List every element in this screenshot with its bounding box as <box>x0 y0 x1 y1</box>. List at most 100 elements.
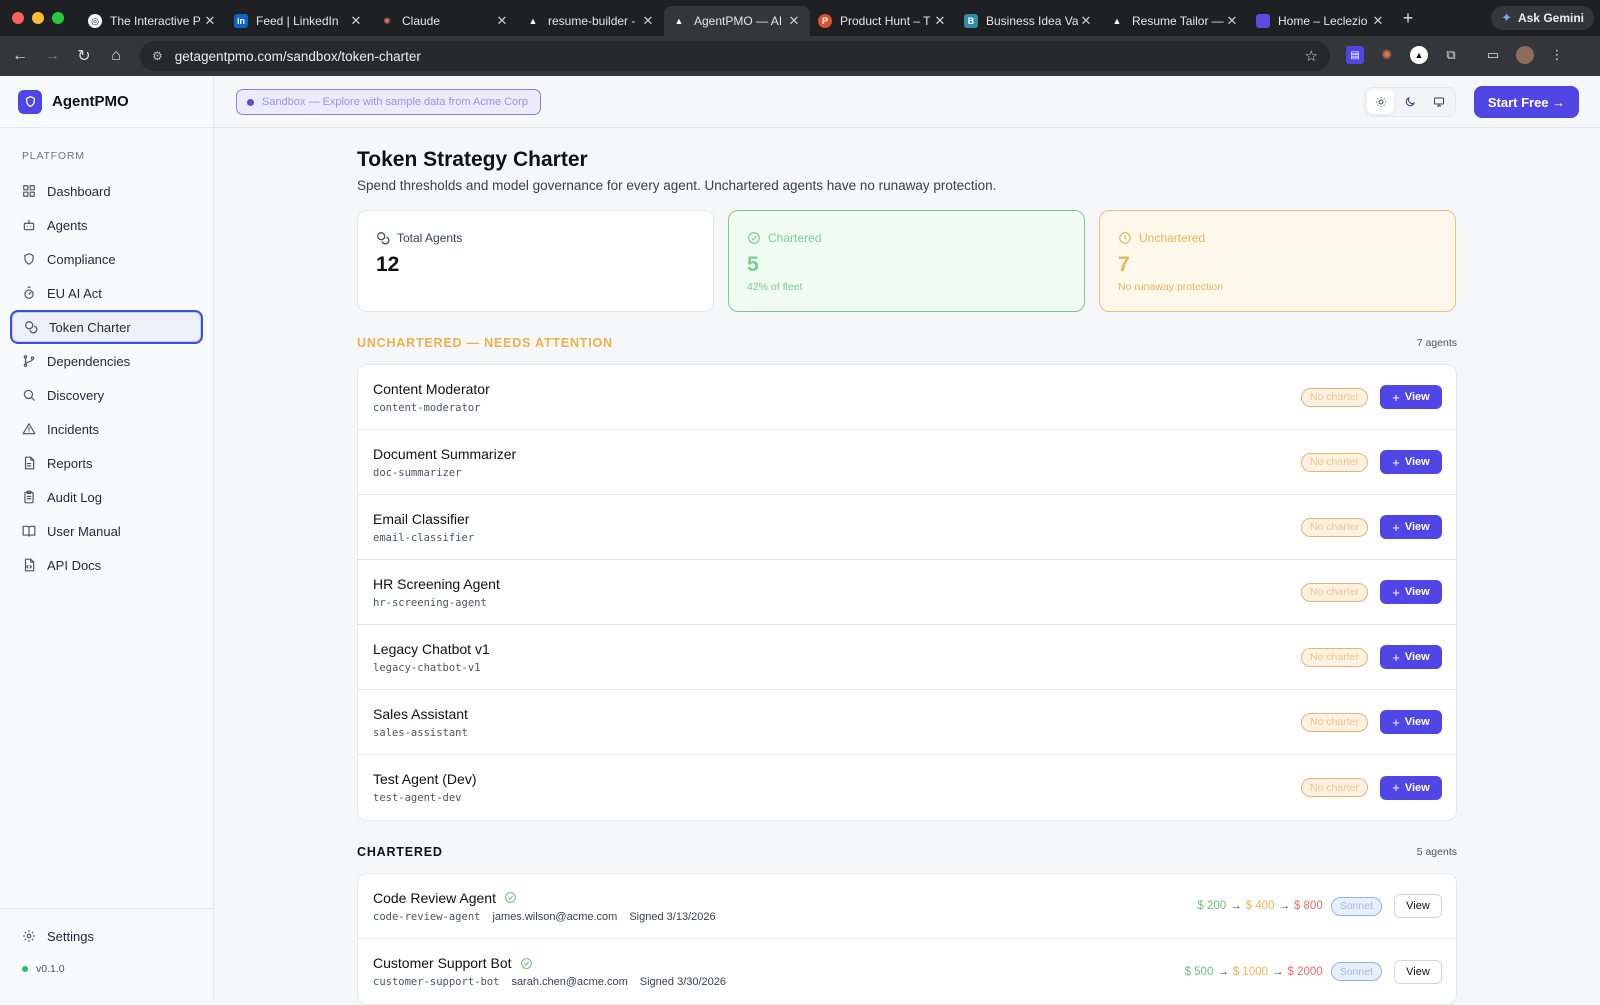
browser-tab[interactable]: Home – Leclezio ✕ <box>1248 6 1394 36</box>
browser-toolbar: ← → ↻ ⌂ ⚙ getagentpmo.com/sandbox/token-… <box>0 36 1600 76</box>
sidebar-item-eu-ai-act[interactable]: EU AI Act <box>10 276 203 310</box>
tab-search-icon[interactable]: ▭ <box>1484 46 1502 64</box>
new-tab-button[interactable]: + <box>1394 8 1422 29</box>
agent-info: Email Classifier email-classifier <box>373 511 1301 544</box>
coins-icon <box>24 320 38 334</box>
page-subtitle: Spend thresholds and model governance fo… <box>357 178 997 193</box>
agent-info: Code Review Agent code-review-agent james.… <box>373 890 1197 923</box>
sidebar-item-api-docs[interactable]: API Docs <box>10 548 203 582</box>
address-bar[interactable]: ⚙ getagentpmo.com/sandbox/token-charter … <box>140 41 1330 71</box>
section-heading: CHARTERED <box>357 845 443 859</box>
unchartered-agent-list: Content Moderator content-moderator No cha… <box>357 364 1457 821</box>
view-agent-button[interactable]: + View <box>1380 450 1442 474</box>
agent-name: Code Review Agent <box>373 889 496 906</box>
b-square-icon: B <box>964 14 978 28</box>
threshold-alert: $ 1000 <box>1232 965 1269 978</box>
start-free-button[interactable]: Start Free → <box>1474 86 1579 118</box>
close-window-button[interactable] <box>12 12 24 24</box>
sidebar-item-compliance[interactable]: Compliance <box>10 242 203 276</box>
threshold-warn: $ 500 <box>1184 965 1214 978</box>
sidebar-item-settings[interactable]: Settings <box>10 919 204 953</box>
circle-logo-icon: ◎ <box>88 14 102 28</box>
sun-icon[interactable] <box>1367 90 1395 114</box>
close-tab-icon[interactable]: ✕ <box>1078 13 1094 29</box>
sidebar-item-agents[interactable]: Agents <box>10 208 203 242</box>
plus-icon: + <box>1392 454 1400 470</box>
sidebar-item-audit-log[interactable]: Audit Log <box>10 480 203 514</box>
plus-icon: + <box>1392 714 1400 730</box>
view-agent-button[interactable]: + View <box>1380 645 1442 669</box>
browser-tab[interactable]: B Business Idea Va ✕ <box>956 6 1102 36</box>
sandbox-banner: Sandbox — Explore with sample data from … <box>236 89 541 115</box>
sidebar: AgentPMO PLATFORM Dashboard Agents Complia… <box>0 76 214 1000</box>
version-label: v0.1.0 <box>36 963 65 975</box>
browser-tab[interactable]: ▲ Resume Tailor — ✕ <box>1102 6 1248 36</box>
timer-icon <box>22 286 36 300</box>
browser-tab[interactable]: ▲ AgentPMO — AI ✕ <box>664 6 810 36</box>
brand-name: AgentPMO <box>52 93 129 110</box>
reload-icon[interactable]: ↻ <box>68 46 100 66</box>
profile-avatar[interactable] <box>1516 46 1534 64</box>
puzzle-extensions-icon[interactable]: ⧉ <box>1442 46 1460 64</box>
extension-icon[interactable]: ▤ <box>1346 46 1364 64</box>
close-tab-icon[interactable]: ✕ <box>640 13 656 29</box>
sandbox-banner-text: Sandbox — Explore with sample data from … <box>262 96 528 108</box>
close-tab-icon[interactable]: ✕ <box>348 13 364 29</box>
close-tab-icon[interactable]: ✕ <box>494 13 510 29</box>
sidebar-item-dependencies[interactable]: Dependencies <box>10 344 203 378</box>
browser-tab[interactable]: ▲ resume-builder - ✕ <box>518 6 664 36</box>
moon-icon[interactable] <box>1396 90 1423 114</box>
browser-tab[interactable]: ◎ The Interactive P ✕ <box>80 6 226 36</box>
browser-menu-icon[interactable]: ⋮ <box>1548 46 1566 64</box>
view-agent-button[interactable]: + View <box>1380 580 1442 604</box>
sidebar-item-label: Dependencies <box>47 353 131 369</box>
brand[interactable]: AgentPMO <box>0 76 213 128</box>
close-tab-icon[interactable]: ✕ <box>1370 13 1386 29</box>
view-agent-button[interactable]: + View <box>1380 385 1442 409</box>
ask-gemini-button[interactable]: ✦ Ask Gemini <box>1491 6 1594 30</box>
close-tab-icon[interactable]: ✕ <box>1224 13 1240 29</box>
sidebar-item-incidents[interactable]: Incidents <box>10 412 203 446</box>
sidebar-item-label: EU AI Act <box>47 285 102 301</box>
browser-tab[interactable]: in Feed | LinkedIn ✕ <box>226 6 372 36</box>
view-agent-button[interactable]: + View <box>1380 775 1442 800</box>
sidebar-section-label: PLATFORM <box>22 150 85 162</box>
vercel-extension-icon[interactable]: ▲ <box>1410 46 1428 64</box>
sidebar-item-user-manual[interactable]: User Manual <box>10 514 203 548</box>
browser-tab[interactable]: ✺ Claude ✕ <box>372 6 518 36</box>
browser-tab-title: Feed | LinkedIn <box>256 14 339 28</box>
threshold-stop: $ 2000 <box>1287 965 1323 978</box>
no-charter-badge: No charter <box>1300 712 1368 732</box>
view-agent-button[interactable]: + View <box>1380 515 1442 539</box>
view-agent-button[interactable]: View <box>1394 894 1442 918</box>
bookmark-star-icon[interactable]: ☆ <box>1305 47 1318 65</box>
browser-tab-title: Business Idea Va <box>986 14 1078 28</box>
back-arrow-icon[interactable]: ← <box>4 47 36 65</box>
home-icon[interactable]: ⌂ <box>100 47 132 65</box>
sidebar-item-dashboard[interactable]: Dashboard <box>10 174 203 208</box>
claude-extension-icon[interactable]: ✺ <box>1378 46 1396 64</box>
close-tab-icon[interactable]: ✕ <box>932 13 948 29</box>
sidebar-item-discovery[interactable]: Discovery <box>10 378 203 412</box>
view-agent-button[interactable]: View <box>1394 959 1442 984</box>
agent-row: Test Agent (Dev) test-agent-dev No charter… <box>358 755 1456 820</box>
shield-logo-icon <box>18 89 42 114</box>
browser-tab-strip: ◎ The Interactive P ✕ in Feed | LinkedIn ✕ ✺ Cl… <box>0 0 1600 36</box>
site-settings-icon[interactable]: ⚙ <box>152 49 163 63</box>
agent-slug: hr-screening-agent <box>373 596 487 609</box>
forward-arrow-icon[interactable]: → <box>36 47 68 65</box>
maximize-window-button[interactable] <box>52 12 64 24</box>
sidebar-item-reports[interactable]: Reports <box>10 446 203 480</box>
close-tab-icon[interactable]: ✕ <box>202 13 218 29</box>
agent-row: Document Summarizer doc-summarizer No char… <box>358 430 1456 495</box>
close-tab-icon[interactable]: ✕ <box>786 13 802 29</box>
browser-tab[interactable]: P Product Hunt – T ✕ <box>810 6 956 36</box>
sidebar-item-token-charter[interactable]: Token Charter <box>10 310 203 344</box>
view-agent-button[interactable]: + View <box>1380 710 1442 734</box>
bot-icon <box>22 218 36 232</box>
search-icon <box>22 388 36 402</box>
tab-list: ◎ The Interactive P ✕ in Feed | LinkedIn ✕ ✺ Cl… <box>80 0 1394 36</box>
minimize-window-button[interactable] <box>32 12 44 24</box>
monitor-icon[interactable] <box>1426 90 1453 114</box>
alert-triangle-icon <box>22 422 36 436</box>
